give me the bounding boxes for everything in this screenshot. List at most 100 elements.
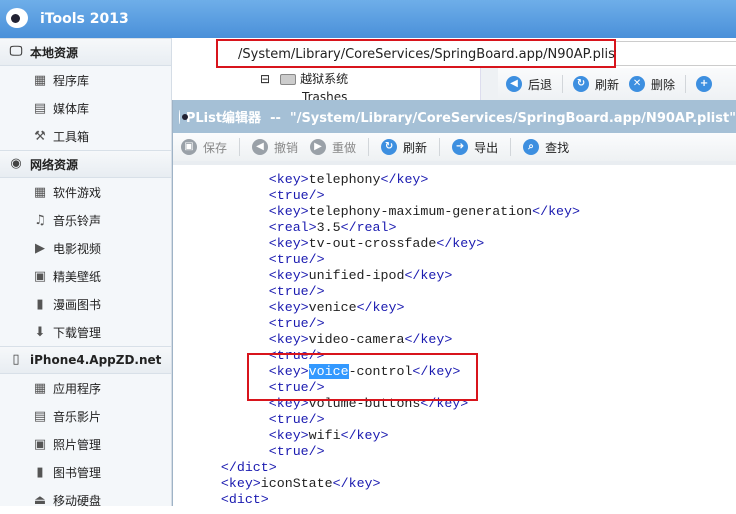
book-icon: ▮ — [36, 296, 44, 312]
undo-label: 撤销 — [274, 140, 299, 155]
refresh-icon: ↻ — [381, 139, 398, 155]
code-line: <key>telephony-maximum-generation</key> — [268, 204, 580, 219]
divider — [685, 75, 687, 93]
sidebar: 🖵 本地资源 ▦ 程序库 ▤ 媒体库 ⚒ 工具箱 ◉ 网络资源 ▦ 软件游戏 ♫ 音乐铃声 ▶ 电影视频 ▣ 精美… — [0, 38, 172, 508]
tree-node-jailbreak[interactable]: ⊟ 越狱系统 — [260, 70, 348, 87]
sidebar-item-label: 精美壁纸 — [53, 269, 102, 284]
code-line: <key>wifi</key> — [268, 428, 389, 443]
export-label: 导出 — [474, 140, 499, 155]
back-button[interactable]: ◀ 后退 — [506, 76, 552, 93]
refresh-button[interactable]: ↻ 刷新 — [573, 76, 619, 93]
sidebar-item[interactable]: ▮ 漫画图书 — [0, 290, 171, 318]
code-line: <key>video-camera</key> — [268, 332, 453, 347]
sidebar-item[interactable]: ▶ 电影视频 — [0, 234, 171, 262]
redo-icon: ▶ — [310, 139, 327, 155]
sidebar-item[interactable]: ▮ 图书管理 — [0, 458, 171, 486]
music-icon: ♫ — [34, 212, 46, 228]
redo-button[interactable]: ▶ 重做 — [310, 139, 356, 156]
divider — [439, 138, 441, 156]
sidebar-item-label: 下载管理 — [53, 325, 102, 340]
app-titlebar: iTools 2013 — [0, 0, 736, 38]
address-bar[interactable]: /System/Library/CoreServices/SpringBoard… — [216, 39, 620, 68]
sidebar-item[interactable]: ⏏ 移动硬盘 — [0, 486, 171, 514]
grid-icon: ▦ — [33, 380, 47, 396]
itools-logo-icon — [179, 109, 187, 124]
sidebar-item-label: 媒体库 — [53, 101, 90, 116]
itools-logo-icon — [6, 8, 28, 28]
close-icon: ✕ — [629, 76, 646, 92]
address-path: /System/Library/CoreServices/SpringBoard… — [238, 47, 620, 62]
phone-icon: ▯ — [12, 352, 20, 367]
image-icon: ▣ — [33, 268, 47, 284]
plist-code-editor[interactable]: <key>telephony</key> <true/> <key>teleph… — [173, 172, 736, 508]
sidebar-section[interactable]: 🖵 本地资源 — [0, 38, 171, 66]
code-line: <key>venice</key> — [268, 300, 405, 315]
refresh-label: 刷新 — [403, 140, 428, 155]
save-button[interactable]: ▣ 保存 — [181, 139, 227, 156]
annotation-highlight-box — [247, 353, 478, 401]
sidebar-section[interactable]: ◉ 网络资源 — [0, 150, 171, 178]
globe-icon: ◉ — [10, 156, 22, 171]
drive-icon — [280, 74, 297, 85]
sidebar-item[interactable]: ⬇ 下载管理 — [0, 318, 171, 346]
export-button[interactable]: ➜ 导出 — [452, 139, 498, 156]
film-icon: ▤ — [33, 408, 47, 424]
code-line: <key>telephony</key> — [268, 172, 429, 187]
file-tree: ⊟ 越狱系统 Trashes — [172, 68, 498, 104]
divider — [510, 138, 512, 156]
undo-button[interactable]: ◀ 撤销 — [252, 139, 298, 156]
undo-icon: ◀ — [252, 139, 269, 155]
sidebar-item[interactable]: ▤ 媒体库 — [0, 94, 171, 122]
sidebar-item-label: 软件游戏 — [53, 185, 102, 200]
grid-icon: ▦ — [33, 72, 47, 88]
sidebar-item[interactable]: ▣ 精美壁纸 — [0, 262, 171, 290]
back-label: 后退 — [528, 77, 553, 92]
folder-icon: + — [696, 76, 713, 92]
sidebar-item[interactable]: ▤ 音乐影片 — [0, 402, 171, 430]
sidebar-item-label: 图书管理 — [53, 465, 102, 480]
find-button[interactable]: ⌕ 查找 — [523, 139, 569, 156]
divider — [239, 138, 241, 156]
wrench-icon: ⚒ — [34, 128, 46, 144]
sidebar-item-label: 电影视频 — [53, 241, 102, 256]
search-icon: ⌕ — [523, 139, 540, 155]
delete-label: 删除 — [651, 77, 676, 92]
save-icon: ▣ — [181, 139, 197, 155]
sidebar-item[interactable]: ⚒ 工具箱 — [0, 122, 171, 150]
save-label: 保存 — [203, 140, 228, 155]
sidebar-item[interactable]: ▣ 照片管理 — [0, 430, 171, 458]
divider — [368, 138, 370, 156]
sidebar-item[interactable]: ♫ 音乐铃声 — [0, 206, 171, 234]
sidebar-item-label: 工具箱 — [53, 129, 90, 144]
code-line: <true/> — [268, 316, 325, 331]
code-line: <true/> — [268, 444, 325, 459]
code-line: <true/> — [268, 252, 325, 267]
refresh-button[interactable]: ↻ 刷新 — [381, 139, 427, 156]
sidebar-section[interactable]: ▯ iPhone4.AppZD.net — [0, 346, 171, 374]
code-line: <true/> — [268, 284, 325, 299]
refresh-label: 刷新 — [595, 77, 620, 92]
code-line: <key>unified-ipod</key> — [268, 268, 453, 283]
download-icon: ⬇ — [34, 324, 46, 340]
sidebar-item[interactable]: ▦ 软件游戏 — [0, 178, 171, 206]
editor-titlebar: PList编辑器 -- "/System/Library/CoreService… — [173, 100, 736, 133]
divider — [562, 75, 564, 93]
grid-icon: ▦ — [33, 184, 47, 200]
delete-button[interactable]: ✕ 删除 — [629, 76, 675, 93]
sidebar-item-label: 照片管理 — [53, 437, 102, 452]
code-line: </dict> — [220, 460, 277, 475]
image-icon: ▣ — [33, 436, 47, 452]
book-icon: ▮ — [36, 464, 44, 480]
new-folder-button[interactable]: + — [696, 76, 718, 92]
tree-scrollbar[interactable] — [480, 68, 498, 100]
browser-toolbar: ◀ 后退 ↻ 刷新 ✕ 删除 + — [498, 68, 736, 100]
sidebar-item[interactable]: ▦ 应用程序 — [0, 374, 171, 402]
sidebar-section-label: 网络资源 — [30, 157, 79, 172]
code-line: <true/> — [268, 412, 325, 427]
plist-editor-window: PList编辑器 -- "/System/Library/CoreService… — [172, 100, 736, 508]
sidebar-item-label: 漫画图书 — [53, 297, 102, 312]
editor-toolbar: ▣ 保存 ◀ 撤销 ▶ 重做 ↻ 刷新 ➜ 导出 ⌕ 查找 — [173, 133, 736, 165]
video-icon: ▶ — [35, 240, 45, 256]
sidebar-item[interactable]: ▦ 程序库 — [0, 66, 171, 94]
export-icon: ➜ — [452, 139, 469, 155]
